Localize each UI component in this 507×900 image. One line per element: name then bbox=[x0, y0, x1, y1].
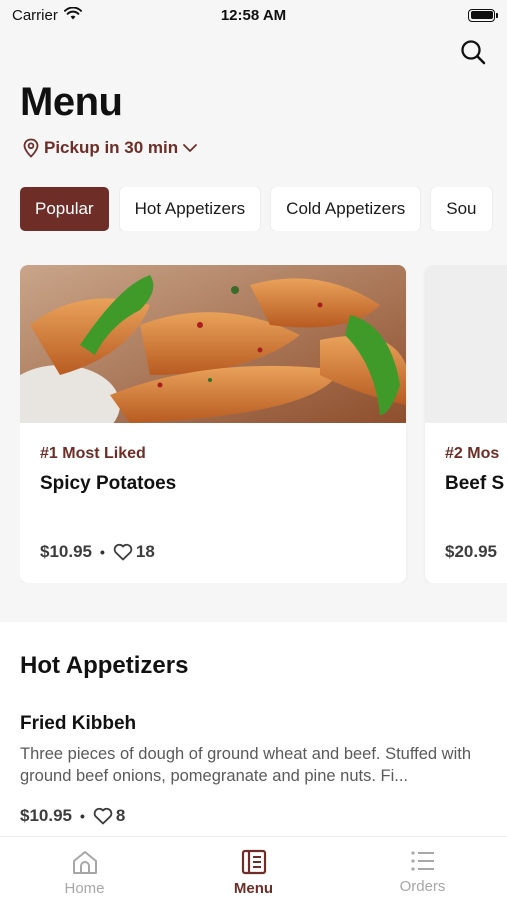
tab-label: Orders bbox=[399, 878, 446, 895]
tab-menu[interactable]: Menu bbox=[169, 837, 338, 900]
featured-carousel[interactable]: #1 Most Liked Spicy Potatoes $10.95 • 18… bbox=[20, 265, 507, 583]
location-pin-icon bbox=[23, 138, 39, 158]
home-icon bbox=[72, 851, 97, 874]
search-icon bbox=[461, 40, 486, 65]
card-meta: $10.95 • 18 bbox=[40, 542, 155, 562]
status-bar: Carrier 12:58 AM bbox=[0, 0, 507, 30]
pickup-time-selector[interactable]: Pickup in 30 min bbox=[22, 136, 198, 160]
meta-separator: • bbox=[100, 544, 105, 560]
carrier-label: Carrier bbox=[12, 6, 58, 24]
search-button[interactable] bbox=[457, 36, 489, 68]
list-icon bbox=[410, 851, 434, 871]
heart-icon bbox=[113, 543, 133, 561]
page-title: Menu bbox=[20, 80, 123, 124]
card-likes: 18 bbox=[113, 542, 155, 562]
wifi-icon bbox=[63, 6, 82, 24]
item-meta: $10.95 • 8 bbox=[20, 806, 125, 826]
category-chip-cold-appetizers[interactable]: Cold Appetizers bbox=[271, 187, 421, 231]
heart-icon bbox=[93, 807, 113, 825]
menu-section: Hot Appetizers Fried Kibbeh Three pieces… bbox=[0, 622, 507, 838]
category-chip-popular[interactable]: Popular bbox=[20, 187, 109, 231]
featured-card[interactable]: #1 Most Liked Spicy Potatoes $10.95 • 18 bbox=[20, 265, 406, 583]
dish-photo bbox=[20, 265, 406, 423]
category-tabs: Popular Hot Appetizers Cold Appetizers S… bbox=[20, 187, 507, 231]
tab-label: Menu bbox=[233, 880, 274, 897]
card-rank-label: #2 Mos bbox=[445, 445, 500, 462]
dish-photo bbox=[425, 265, 507, 423]
battery-icon bbox=[468, 8, 498, 22]
featured-card[interactable]: #2 Mos Beef S $20.95 bbox=[425, 265, 507, 583]
meta-separator: • bbox=[80, 808, 85, 824]
card-price: $10.95 bbox=[40, 542, 92, 561]
item-description: Three pieces of dough of ground wheat an… bbox=[20, 745, 472, 785]
menu-book-icon bbox=[241, 849, 266, 875]
category-chip-soups[interactable]: Sou bbox=[431, 187, 492, 231]
item-name: Fried Kibbeh bbox=[20, 713, 137, 734]
section-title: Hot Appetizers bbox=[20, 652, 189, 679]
battery-fill bbox=[470, 11, 493, 19]
tab-label: Home bbox=[64, 880, 105, 897]
pickup-label: Pickup in 30 min bbox=[44, 138, 179, 157]
carrier-group: Carrier bbox=[12, 6, 82, 24]
card-dish-name: Spicy Potatoes bbox=[40, 473, 177, 494]
card-dish-name: Beef S bbox=[445, 473, 505, 494]
card-price: $20.95 bbox=[445, 542, 497, 561]
tab-orders[interactable]: Orders bbox=[338, 837, 507, 900]
tab-home[interactable]: Home bbox=[0, 837, 169, 900]
card-rank-label: #1 Most Liked bbox=[40, 445, 146, 462]
likes-count: 18 bbox=[135, 542, 155, 561]
card-meta: $20.95 bbox=[445, 542, 497, 562]
likes-count: 8 bbox=[115, 806, 126, 825]
item-price: $10.95 bbox=[20, 806, 72, 825]
item-likes: 8 bbox=[93, 806, 125, 826]
chevron-down-icon bbox=[183, 144, 198, 152]
category-chip-hot-appetizers[interactable]: Hot Appetizers bbox=[119, 187, 261, 231]
tab-bar: Home Menu Orders bbox=[0, 836, 507, 900]
